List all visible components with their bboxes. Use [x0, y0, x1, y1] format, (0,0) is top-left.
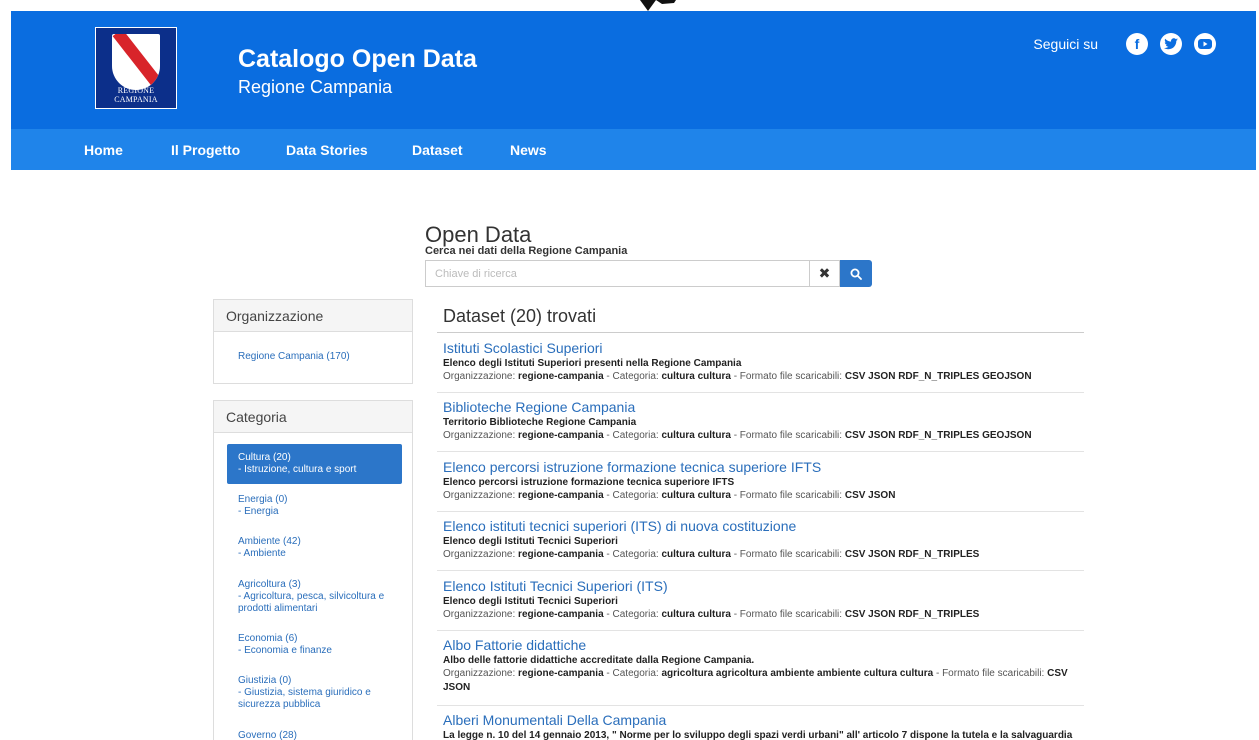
nav-progetto[interactable]: Il Progetto [171, 142, 240, 158]
results-divider [437, 332, 1084, 333]
search-button[interactable] [840, 260, 872, 287]
dataset-meta: Organizzazione: regione-campania - Categ… [443, 549, 980, 560]
category-item-energia[interactable]: Energia (0) - Energia [238, 494, 398, 518]
dataset-title-link[interactable]: Elenco Istituti Tecnici Superiori (ITS) [443, 578, 1083, 595]
category-panel-title: Categoria [214, 401, 412, 433]
dataset-item: Istituti Scolastici Superiori Elenco deg… [443, 340, 1083, 384]
site-subtitle: Regione Campania [238, 77, 393, 97]
top-decoration [640, 0, 676, 11]
dataset-title-link[interactable]: Biblioteche Regione Campania [443, 399, 1083, 416]
dataset-description: Elenco degli Istituti Tecnici Superiori [443, 536, 618, 547]
category-item-ambiente[interactable]: Ambiente (42) - Ambiente [238, 536, 398, 560]
dataset-meta: Organizzazione: regione-campania - Categ… [443, 668, 1068, 693]
results-title: Dataset (20) trovati [443, 306, 597, 326]
dataset-separator [437, 630, 1084, 631]
dataset-item: Elenco istituti tecnici superiori (ITS) … [443, 518, 1083, 562]
dataset-description: Elenco percorsi istruzione formazione te… [443, 477, 735, 488]
site-title[interactable]: Catalogo Open Data [238, 45, 477, 74]
dataset-description: Elenco degli Istituti Superiori presenti… [443, 358, 742, 369]
dataset-meta: Organizzazione: regione-campania - Categ… [443, 430, 1032, 441]
dataset-description: Elenco degli Istituti Tecnici Superiori [443, 596, 618, 607]
dataset-separator [437, 511, 1084, 512]
shield-icon [112, 34, 160, 90]
page-subtitle: Cerca nei dati della Regione Campania [425, 245, 628, 257]
dataset-title-link[interactable]: Elenco percorsi istruzione formazione te… [443, 459, 1083, 476]
close-icon: ✖ [818, 265, 831, 281]
nav-data-stories[interactable]: Data Stories [286, 142, 368, 158]
dataset-description: La legge n. 10 del 14 gennaio 2013, " No… [443, 730, 1073, 740]
nav-news[interactable]: News [510, 142, 547, 158]
dataset-title-link[interactable]: Elenco istituti tecnici superiori (ITS) … [443, 518, 1083, 535]
category-item-giustizia[interactable]: Giustizia (0) - Giustizia, sistema giuri… [238, 675, 398, 711]
dataset-item: Biblioteche Regione Campania Territorio … [443, 399, 1083, 443]
organization-panel-title: Organizzazione [214, 300, 412, 332]
dataset-title-link[interactable]: Istituti Scolastici Superiori [443, 340, 1083, 357]
dataset-item: Elenco percorsi istruzione formazione te… [443, 459, 1083, 503]
dataset-separator [437, 570, 1084, 571]
search-icon [850, 268, 862, 280]
dataset-separator [437, 705, 1084, 706]
category-item-cultura[interactable]: Cultura (20) - Istruzione, cultura e spo… [227, 444, 402, 484]
dataset-title-link[interactable]: Alberi Monumentali Della Campania [443, 712, 1083, 729]
category-item-agricoltura[interactable]: Agricoltura (3) - Agricoltura, pesca, si… [238, 579, 398, 615]
social-links: Seguici su f [1033, 33, 1216, 55]
organization-item[interactable]: Regione Campania (170) [238, 351, 350, 362]
clear-search-button[interactable]: ✖ [810, 260, 840, 287]
regione-logo[interactable]: REGIONE CAMPANIA [95, 27, 177, 109]
dataset-meta: Organizzazione: regione-campania - Categ… [443, 609, 980, 620]
dataset-title-link[interactable]: Albo Fattorie didattiche [443, 637, 1083, 654]
organization-panel: Organizzazione Regione Campania (170) [213, 299, 413, 384]
youtube-icon[interactable] [1194, 33, 1216, 55]
category-item-economia[interactable]: Economia (6) - Economia e finanze [238, 633, 398, 657]
site-header: REGIONE CAMPANIA Catalogo Open Data Regi… [11, 11, 1256, 129]
dataset-description: Territorio Biblioteche Regione Campania [443, 417, 637, 428]
main-nav: Home Il Progetto Data Stories Dataset Ne… [11, 129, 1256, 170]
dataset-item: Alberi Monumentali Della Campania La leg… [443, 712, 1083, 740]
nav-dataset[interactable]: Dataset [412, 142, 463, 158]
dataset-separator [437, 392, 1084, 393]
dataset-description: Albo delle fattorie didattiche accredita… [443, 655, 755, 666]
dataset-meta: Organizzazione: regione-campania - Categ… [443, 490, 896, 501]
follow-label: Seguici su [1033, 36, 1098, 52]
logo-text: REGIONE CAMPANIA [114, 86, 158, 104]
nav-home[interactable]: Home [84, 142, 123, 158]
facebook-icon[interactable]: f [1126, 33, 1148, 55]
search-input[interactable] [425, 260, 810, 287]
dataset-separator [437, 451, 1084, 452]
dataset-item: Albo Fattorie didattiche Albo delle fatt… [443, 637, 1083, 695]
twitter-icon[interactable] [1160, 33, 1182, 55]
category-item-governo[interactable]: Governo (28) [238, 730, 398, 740]
dataset-meta: Organizzazione: regione-campania - Categ… [443, 371, 1032, 382]
category-panel: Categoria Cultura (20) - Istruzione, cul… [213, 400, 413, 740]
dataset-item: Elenco Istituti Tecnici Superiori (ITS) … [443, 578, 1083, 622]
